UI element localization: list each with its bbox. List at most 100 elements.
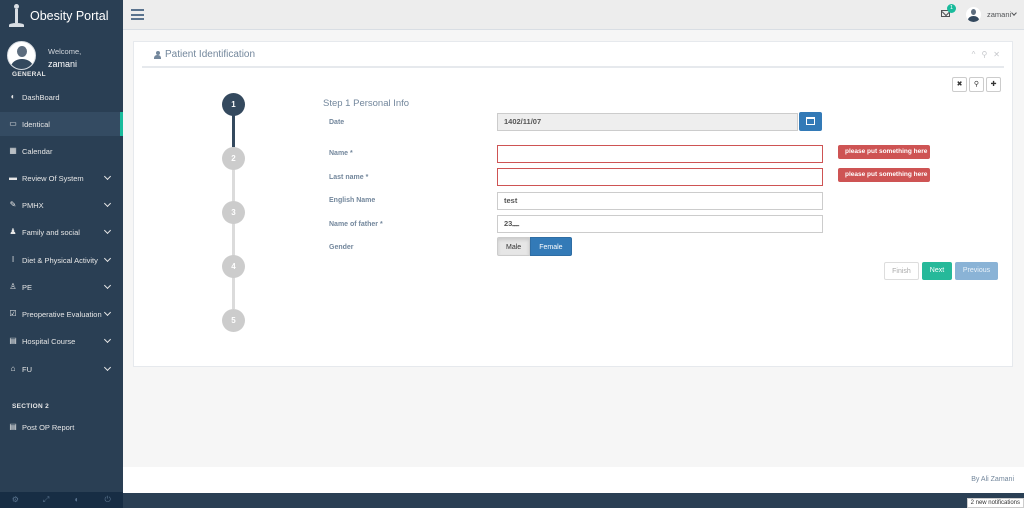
chevron-down-icon[interactable] xyxy=(103,363,112,372)
sidebar-item-preoperative[interactable]: ☑ Preoperative Evaluation xyxy=(0,302,123,326)
chevron-down-icon[interactable] xyxy=(1011,10,1017,16)
male-icon: ♙ xyxy=(9,282,17,291)
sidebar-item-label: PE xyxy=(22,282,33,292)
dashboard-icon: ◐ xyxy=(10,92,16,101)
sidebar-item-label: Review Of System xyxy=(22,173,84,183)
previous-button[interactable]: Previous xyxy=(955,262,998,280)
sidebar: Obesity Portal Welcome, zamani GENERAL ◐… xyxy=(0,0,123,508)
sidebar-item-identical[interactable]: ▭ Identical xyxy=(0,112,123,136)
date-field[interactable]: 1402/11/07 xyxy=(497,113,798,131)
sidebar-item-label: DashBoard xyxy=(22,92,60,102)
sidebar-item-fu[interactable]: ⌂ FU xyxy=(0,357,123,381)
next-button[interactable]: Next xyxy=(922,262,952,280)
user-menu-name[interactable]: zamani xyxy=(987,10,1011,19)
chevron-down-icon[interactable] xyxy=(103,281,112,290)
collapse-icon[interactable]: ^ xyxy=(972,50,976,59)
sidebar-item-label: Family and social xyxy=(22,227,80,237)
lastname-error-tooltip: please put something here xyxy=(838,168,930,182)
step-title: Step 1 Personal Info xyxy=(323,98,410,109)
gender-male-option[interactable]: Male xyxy=(497,237,531,256)
step-1[interactable]: 1 xyxy=(222,93,245,116)
sidebar-item-label: Diet & Physical Activity xyxy=(22,255,98,265)
step-5[interactable]: 5 xyxy=(222,309,245,332)
panel-header: Patient Identification ^ ⚲ ✕ xyxy=(142,42,1004,68)
sidebar-item-family-social[interactable]: ♟ Family and social xyxy=(0,220,123,244)
sidebar-item-diet-activity[interactable]: ǀ Diet & Physical Activity xyxy=(0,248,123,272)
footer-credit: By Ali Zamani xyxy=(971,476,1014,483)
lastname-field[interactable] xyxy=(497,168,823,186)
step-4[interactable]: 4 xyxy=(222,255,245,278)
english-name-label: English Name xyxy=(329,197,376,204)
close-icon[interactable]: ✕ xyxy=(993,50,1000,59)
sidebar-footer: ⚙ ⤢ ◐ ⏻ xyxy=(0,492,123,508)
wizard-steps: 1 2 3 4 5 xyxy=(222,93,262,333)
chevron-down-icon[interactable] xyxy=(103,199,112,208)
wrench-icon[interactable]: ⚲ xyxy=(981,50,987,59)
sidebar-item-label: Calendar xyxy=(22,146,53,156)
search-button[interactable]: ⚲ xyxy=(969,77,984,92)
fullscreen-icon[interactable]: ⤢ xyxy=(31,492,62,508)
calendar-icon: ▦ xyxy=(9,146,17,155)
english-name-field[interactable]: test xyxy=(497,192,823,210)
sidebar-item-calendar[interactable]: ▦ Calendar xyxy=(0,139,123,163)
check-square-icon: ☑ xyxy=(9,309,17,318)
notification-toast[interactable]: 2 new notifications xyxy=(966,498,1024,508)
chevron-down-icon[interactable] xyxy=(103,226,112,235)
chevron-down-icon[interactable] xyxy=(103,254,112,263)
calendar-button[interactable] xyxy=(799,112,822,131)
profile-name: zamani xyxy=(48,59,78,69)
fork-icon: ǀ xyxy=(11,255,15,264)
avatar xyxy=(7,41,36,70)
toolbar: ✖ ⚲ ✚ xyxy=(952,77,1001,92)
user-avatar[interactable] xyxy=(966,7,981,22)
step-3[interactable]: 3 xyxy=(222,201,245,224)
sidebar-item-dashboard[interactable]: ◐ DashBoard xyxy=(0,85,123,109)
clear-button[interactable]: ✖ xyxy=(952,77,967,92)
sidebar-item-label: Hospital Course xyxy=(22,336,76,346)
home-icon: ⌂ xyxy=(10,364,16,373)
file-icon: ▤ xyxy=(9,422,17,431)
gender-female-option[interactable]: Female xyxy=(530,237,572,256)
sidebar-item-label: Identical xyxy=(22,119,50,129)
gear-icon[interactable]: ⚙ xyxy=(0,492,31,508)
sidebar-item-post-op-report[interactable]: ▤ Post OP Report xyxy=(0,415,123,439)
welcome-text: Welcome, xyxy=(48,47,82,56)
logo-icon xyxy=(8,4,24,28)
user-icon xyxy=(154,50,161,59)
footer-bar xyxy=(123,493,1024,508)
sidebar-item-label: FU xyxy=(22,364,32,374)
section-two-label: SECTION 2 xyxy=(12,403,50,410)
edit-icon: ✎ xyxy=(9,200,17,209)
patient-identification-panel: Patient Identification ^ ⚲ ✕ ✖ ⚲ ✚ 1 2 3… xyxy=(133,41,1013,367)
gender-label: Gender xyxy=(329,244,354,251)
finish-button[interactable]: Finish xyxy=(884,262,919,280)
sidebar-item-pe[interactable]: ♙ PE xyxy=(0,275,123,299)
users-icon: ♟ xyxy=(9,227,17,236)
panel-title: Patient Identification xyxy=(154,49,255,60)
folder-open-icon: ▭ xyxy=(9,119,17,128)
add-button[interactable]: ✚ xyxy=(986,77,1001,92)
top-nav: 1 zamani xyxy=(123,0,1024,30)
date-label: Date xyxy=(329,119,345,126)
power-icon[interactable]: ⏻ xyxy=(92,492,123,508)
name-field[interactable] xyxy=(497,145,823,163)
sidebar-item-label: Post OP Report xyxy=(22,422,75,432)
eye-slash-icon[interactable]: ◐ xyxy=(62,492,93,508)
gender-toggle: Male Female xyxy=(497,237,572,256)
sidebar-item-hospital-course[interactable]: ▤ Hospital Course xyxy=(0,329,123,353)
sidebar-item-label: Preoperative Evaluation xyxy=(22,309,102,319)
sidebar-item-pmhx[interactable]: ✎ PMHX xyxy=(0,193,123,217)
father-name-field[interactable]: 23ـــ xyxy=(497,215,823,233)
footer: By Ali Zamani xyxy=(123,467,1024,493)
sidebar-item-review-of-system[interactable]: ▬ Review Of System xyxy=(0,166,123,190)
chevron-down-icon[interactable] xyxy=(103,308,112,317)
name-label: Name * xyxy=(329,150,353,157)
chevron-down-icon[interactable] xyxy=(103,172,112,181)
menu-toggle-icon[interactable] xyxy=(131,9,144,20)
brand[interactable]: Obesity Portal xyxy=(0,0,123,32)
step-connector xyxy=(232,147,235,309)
calendar-icon xyxy=(806,117,815,125)
app-title: Obesity Portal xyxy=(30,9,109,23)
chevron-down-icon[interactable] xyxy=(103,335,112,344)
step-2[interactable]: 2 xyxy=(222,147,245,170)
